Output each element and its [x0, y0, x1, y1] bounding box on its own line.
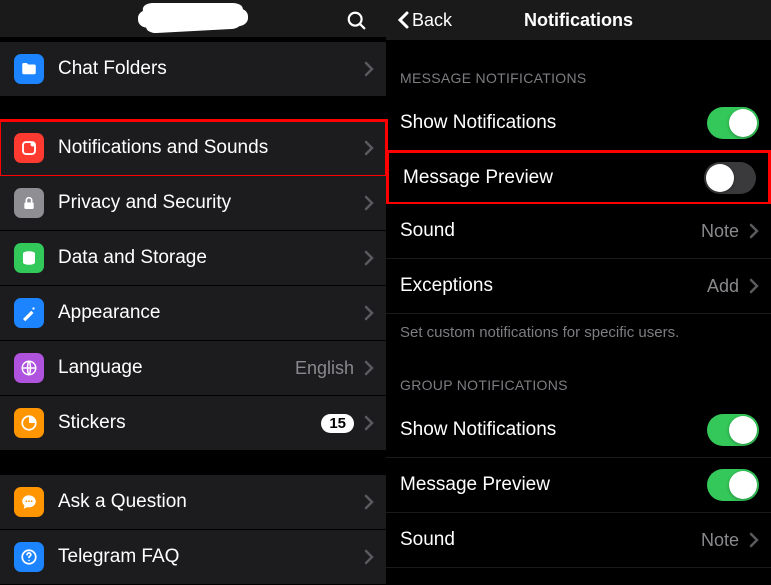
row-label: Message Preview	[400, 474, 707, 496]
row-label: Exceptions	[400, 275, 707, 297]
row-label: Stickers	[58, 412, 321, 434]
section-header-group: GROUP NOTIFICATIONS	[386, 361, 771, 403]
toggle-show-notifications[interactable]	[707, 107, 759, 139]
row-message-preview[interactable]: Message Preview	[386, 150, 771, 205]
settings-list: Chat Folders Notifications and Sounds Pr…	[0, 42, 386, 585]
help-icon	[14, 542, 44, 572]
chevron-right-icon	[364, 250, 374, 266]
row-label: Telegram FAQ	[58, 546, 360, 568]
chevron-right-icon	[364, 549, 374, 565]
row-label: Show Notifications	[400, 112, 707, 134]
account-name-redacted	[138, 8, 248, 28]
stickers-badge: 15	[321, 414, 354, 433]
chevron-right-icon	[364, 415, 374, 431]
row-label: Sound	[400, 220, 701, 242]
row-sound[interactable]: Sound Note	[386, 204, 771, 259]
row-notifications-sounds[interactable]: Notifications and Sounds	[0, 121, 386, 176]
search-icon[interactable]	[346, 10, 368, 32]
row-stickers[interactable]: Stickers 15	[0, 396, 386, 451]
stickers-icon	[14, 408, 44, 438]
section-footer: Set custom notifications for specific us…	[386, 314, 771, 361]
toggle-message-preview[interactable]	[704, 162, 756, 194]
row-exceptions[interactable]: Exceptions Add	[386, 259, 771, 314]
chevron-right-icon	[749, 223, 759, 239]
notifications-icon	[14, 133, 44, 163]
row-label: Message Preview	[403, 167, 704, 189]
back-label: Back	[412, 10, 452, 31]
row-data-storage[interactable]: Data and Storage	[0, 231, 386, 286]
globe-icon	[14, 353, 44, 383]
notifications-pane: Back Notifications MESSAGE NOTIFICATIONS…	[386, 0, 771, 585]
chevron-right-icon	[749, 278, 759, 294]
row-appearance[interactable]: Appearance	[0, 286, 386, 341]
storage-icon	[14, 243, 44, 273]
row-value: Add	[707, 276, 739, 297]
settings-pane: Chat Folders Notifications and Sounds Pr…	[0, 0, 386, 585]
row-label: Language	[58, 357, 295, 379]
row-group-sound[interactable]: Sound Note	[386, 513, 771, 568]
toggle-group-show-notifications[interactable]	[707, 414, 759, 446]
chevron-right-icon	[364, 305, 374, 321]
back-button[interactable]: Back	[396, 10, 452, 31]
row-ask-question[interactable]: Ask a Question	[0, 475, 386, 530]
appearance-icon	[14, 298, 44, 328]
row-label: Notifications and Sounds	[58, 137, 360, 159]
row-label: Data and Storage	[58, 247, 360, 269]
chevron-right-icon	[364, 360, 374, 376]
row-label: Appearance	[58, 302, 360, 324]
row-chat-folders[interactable]: Chat Folders	[0, 42, 386, 97]
lock-icon	[14, 188, 44, 218]
left-header	[0, 0, 386, 37]
row-label: Sound	[400, 529, 701, 551]
chevron-right-icon	[749, 532, 759, 548]
folder-icon	[14, 54, 44, 84]
right-header: Back Notifications	[386, 0, 771, 40]
section-header-message: MESSAGE NOTIFICATIONS	[386, 40, 771, 96]
row-show-notifications[interactable]: Show Notifications	[386, 96, 771, 151]
row-privacy-security[interactable]: Privacy and Security	[0, 176, 386, 231]
row-label: Privacy and Security	[58, 192, 360, 214]
chevron-right-icon	[364, 140, 374, 156]
toggle-group-message-preview[interactable]	[707, 469, 759, 501]
row-value: Note	[701, 221, 739, 242]
chat-icon	[14, 487, 44, 517]
row-faq[interactable]: Telegram FAQ	[0, 530, 386, 585]
chevron-right-icon	[364, 195, 374, 211]
chevron-right-icon	[364, 494, 374, 510]
chevron-left-icon	[396, 10, 410, 30]
chevron-right-icon	[364, 61, 374, 77]
row-value: Note	[701, 530, 739, 551]
row-label: Ask a Question	[58, 491, 360, 513]
row-group-show-notifications[interactable]: Show Notifications	[386, 403, 771, 458]
row-label: Show Notifications	[400, 419, 707, 441]
row-language[interactable]: Language English	[0, 341, 386, 396]
row-label: Chat Folders	[58, 58, 360, 80]
row-group-message-preview[interactable]: Message Preview	[386, 458, 771, 513]
row-value: English	[295, 358, 354, 379]
